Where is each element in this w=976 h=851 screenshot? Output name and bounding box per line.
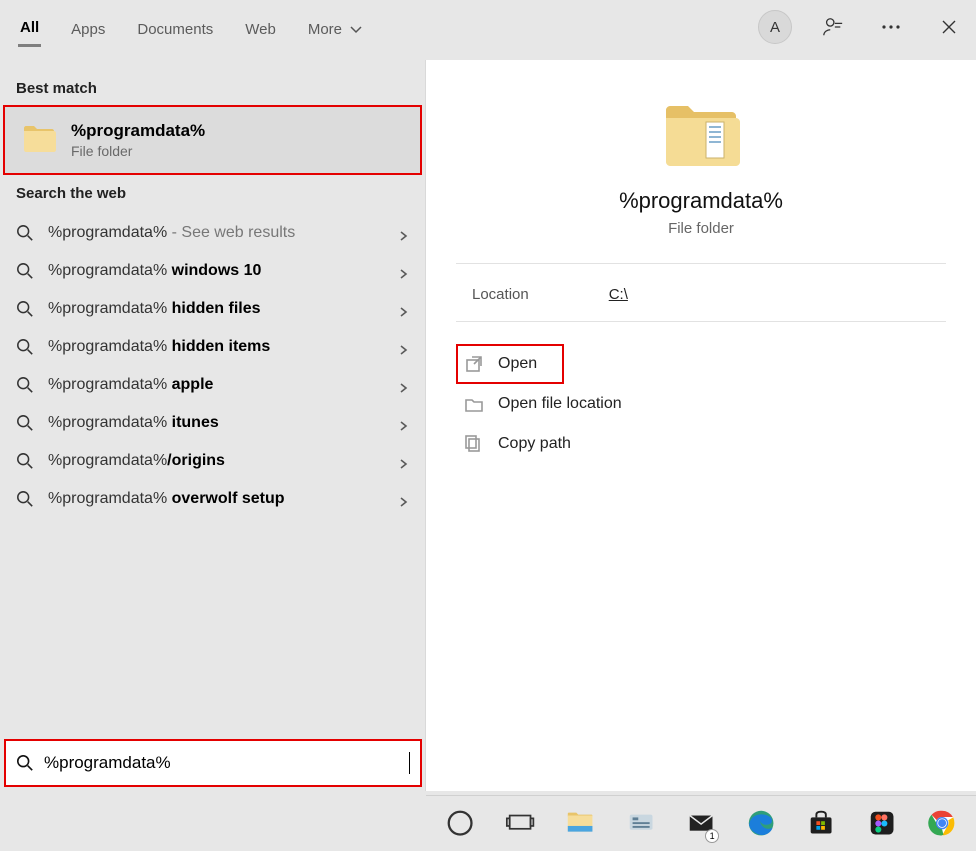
best-match-result[interactable]: %programdata% File folder <box>3 105 422 175</box>
suggestion-label: %programdata% hidden items <box>48 338 385 356</box>
search-icon <box>16 754 34 772</box>
suggestion-label: %programdata% - See web results <box>48 224 385 242</box>
chevron-right-icon <box>399 228 409 238</box>
location-link[interactable]: C:\ <box>609 286 628 303</box>
suggestion-label: %programdata% windows 10 <box>48 262 385 280</box>
mail-icon[interactable]: 1 <box>685 807 717 841</box>
main-area: Best match %programdata% File folder Sea… <box>0 60 976 791</box>
results-panel: Best match %programdata% File folder Sea… <box>0 60 425 791</box>
top-bar: All Apps Documents Web More A <box>0 0 976 60</box>
suggestion-item[interactable]: %programdata% windows 10 <box>0 252 425 290</box>
copy-path-action[interactable]: Copy path <box>456 424 946 464</box>
tab-more[interactable]: More <box>306 15 364 46</box>
search-icon <box>16 452 34 470</box>
open-label: Open <box>498 355 537 373</box>
location-label: Location <box>472 286 529 303</box>
chevron-right-icon <box>399 494 409 504</box>
tab-strip: All Apps Documents Web More <box>18 13 364 47</box>
suggestion-item[interactable]: %programdata%/origins <box>0 442 425 480</box>
tab-more-label: More <box>308 21 342 38</box>
suggestion-item[interactable]: %programdata% hidden items <box>0 328 425 366</box>
suggestion-item[interactable]: %programdata% hidden files <box>0 290 425 328</box>
search-input-box[interactable] <box>4 739 422 787</box>
suggestion-label: %programdata%/origins <box>48 452 385 470</box>
tab-apps[interactable]: Apps <box>69 15 107 46</box>
chevron-right-icon <box>399 456 409 466</box>
feedback-icon[interactable] <box>816 10 850 44</box>
tab-web[interactable]: Web <box>243 15 278 46</box>
chrome-icon[interactable] <box>926 807 958 841</box>
suggestion-item[interactable]: %programdata% apple <box>0 366 425 404</box>
search-icon <box>16 300 34 318</box>
chevron-right-icon <box>399 342 409 352</box>
open-icon <box>464 354 484 374</box>
edge-icon[interactable] <box>745 807 777 841</box>
search-icon <box>16 414 34 432</box>
chevron-right-icon <box>399 266 409 276</box>
suggestion-item[interactable]: %programdata% - See web results <box>0 214 425 252</box>
search-icon <box>16 338 34 356</box>
task-view-icon[interactable] <box>504 807 536 841</box>
folder-open-icon <box>464 394 484 414</box>
avatar[interactable]: A <box>758 10 792 44</box>
suggestion-label: %programdata% apple <box>48 376 385 394</box>
more-options-icon[interactable] <box>874 10 908 44</box>
figma-icon[interactable] <box>866 807 898 841</box>
settings-app-icon[interactable] <box>625 807 657 841</box>
search-icon <box>16 224 34 242</box>
open-file-location-action[interactable]: Open file location <box>456 384 946 424</box>
file-explorer-icon[interactable] <box>564 807 596 841</box>
copy-icon <box>464 434 484 454</box>
chevron-right-icon <box>399 418 409 428</box>
best-match-name: %programdata% <box>71 121 205 141</box>
folder-icon <box>660 100 742 172</box>
best-match-text: %programdata% File folder <box>71 121 205 159</box>
suggestion-item[interactable]: %programdata% itunes <box>0 404 425 442</box>
preview-header: %programdata% File folder <box>426 60 976 237</box>
suggestion-label: %programdata% overwolf setup <box>48 490 385 508</box>
best-match-heading: Best match <box>0 70 425 105</box>
suggestion-item[interactable]: %programdata% overwolf setup <box>0 480 425 518</box>
tab-documents[interactable]: Documents <box>135 15 215 46</box>
open-action[interactable]: Open <box>456 344 564 384</box>
action-list: Open Open file location Copy path <box>426 334 976 474</box>
chevron-right-icon <box>399 304 409 314</box>
suggestion-list: %programdata% - See web results %program… <box>0 214 425 518</box>
cortana-icon[interactable] <box>444 807 476 841</box>
tab-all[interactable]: All <box>18 13 41 47</box>
microsoft-store-icon[interactable] <box>805 807 837 841</box>
best-match-type: File folder <box>71 143 205 159</box>
suggestion-label: %programdata% itunes <box>48 414 385 432</box>
suggestion-label: %programdata% hidden files <box>48 300 385 318</box>
taskbar: 1 <box>426 795 976 851</box>
search-icon <box>16 262 34 280</box>
text-cursor <box>409 752 410 774</box>
preview-panel: %programdata% File folder Location C:\ O… <box>425 60 976 791</box>
copy-path-label: Copy path <box>498 435 571 453</box>
top-right-controls: A <box>758 10 966 44</box>
open-location-label: Open file location <box>498 395 622 413</box>
mail-badge: 1 <box>705 829 719 843</box>
search-icon <box>16 490 34 508</box>
close-button[interactable] <box>932 10 966 44</box>
divider <box>456 321 946 322</box>
search-input[interactable] <box>44 753 403 773</box>
folder-icon <box>21 122 57 158</box>
preview-subtitle: File folder <box>668 220 734 237</box>
chevron-right-icon <box>399 380 409 390</box>
search-icon <box>16 376 34 394</box>
preview-title: %programdata% <box>619 188 783 214</box>
location-row: Location C:\ <box>426 264 976 321</box>
search-web-heading: Search the web <box>0 175 425 210</box>
chevron-down-icon <box>350 21 362 38</box>
